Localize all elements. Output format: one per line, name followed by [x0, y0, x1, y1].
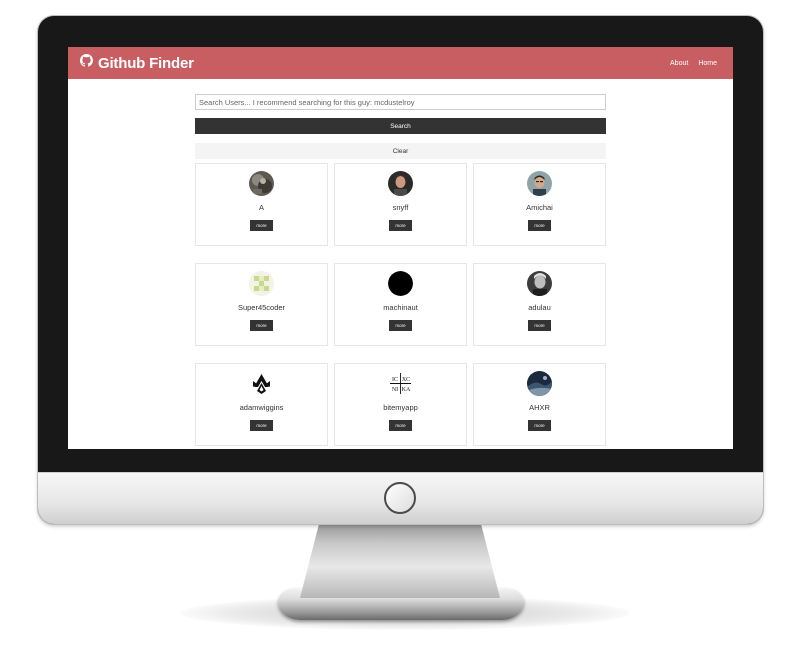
user-card: adulau more: [473, 263, 606, 346]
monitor-stand-neck: [300, 520, 500, 598]
search-form: Search Clear: [195, 94, 606, 159]
user-login: AHXR: [529, 403, 550, 412]
glyph-grid-avatar-icon: IC XC NI KA: [388, 371, 413, 396]
nav-links: About Home: [670, 60, 717, 67]
user-login: adulau: [528, 303, 551, 312]
user-card: IC XC NI KA bitemyapp more: [334, 363, 467, 446]
user-card: AHXR more: [473, 363, 606, 446]
glyph-bottom-left: NI: [392, 387, 398, 393]
github-octocat-icon: [80, 54, 93, 72]
identicon-avatar-icon: [249, 271, 274, 296]
user-login: snyff: [392, 203, 409, 212]
glyph-top-right: XC: [402, 377, 410, 383]
glyph-bottom-right: KA: [402, 387, 411, 393]
black-circle-avatar-icon: [388, 271, 413, 296]
more-button[interactable]: more: [389, 420, 412, 431]
more-button[interactable]: more: [250, 320, 273, 331]
user-login: A: [258, 203, 264, 212]
user-card: Amichai more: [473, 163, 606, 246]
more-button[interactable]: more: [389, 220, 412, 231]
user-card: machinaut more: [334, 263, 467, 346]
app-screen: Github Finder About Home Search Clear A: [68, 47, 733, 449]
user-login: Super45coder: [237, 303, 286, 312]
user-card: A more: [195, 163, 328, 246]
photo-avatar-icon: [527, 371, 552, 396]
nav-link-about[interactable]: About: [670, 60, 688, 67]
photo-avatar-icon: [388, 171, 413, 196]
photo-avatar-icon: [249, 171, 274, 196]
glyph-top-left: IC: [392, 377, 398, 383]
clear-button[interactable]: Clear: [195, 143, 606, 159]
more-button[interactable]: more: [528, 320, 551, 331]
user-login: Amichai: [526, 203, 553, 212]
user-login: machinaut: [383, 303, 418, 312]
user-card: Super45coder more: [195, 263, 328, 346]
search-input[interactable]: [195, 94, 606, 110]
app-title: Github Finder: [98, 54, 194, 72]
geometric-logo-avatar-icon: [249, 371, 274, 396]
user-login: adamwiggins: [239, 403, 284, 412]
more-button[interactable]: more: [528, 420, 551, 431]
monitor-power-button: [384, 482, 416, 514]
more-button[interactable]: more: [528, 220, 551, 231]
users-grid: A more snyff more Amichai more Super45co…: [195, 163, 606, 446]
user-card: adamwiggins more: [195, 363, 328, 446]
navbar: Github Finder About Home: [68, 47, 733, 79]
user-card: snyff more: [334, 163, 467, 246]
more-button[interactable]: more: [389, 320, 412, 331]
nav-link-home[interactable]: Home: [698, 60, 717, 67]
photo-avatar-icon: [527, 271, 552, 296]
brand[interactable]: Github Finder: [80, 54, 194, 72]
user-login: bitemyapp: [383, 403, 418, 412]
search-button[interactable]: Search: [195, 118, 606, 134]
photo-avatar-icon: [527, 171, 552, 196]
more-button[interactable]: more: [250, 420, 273, 431]
more-button[interactable]: more: [250, 220, 273, 231]
